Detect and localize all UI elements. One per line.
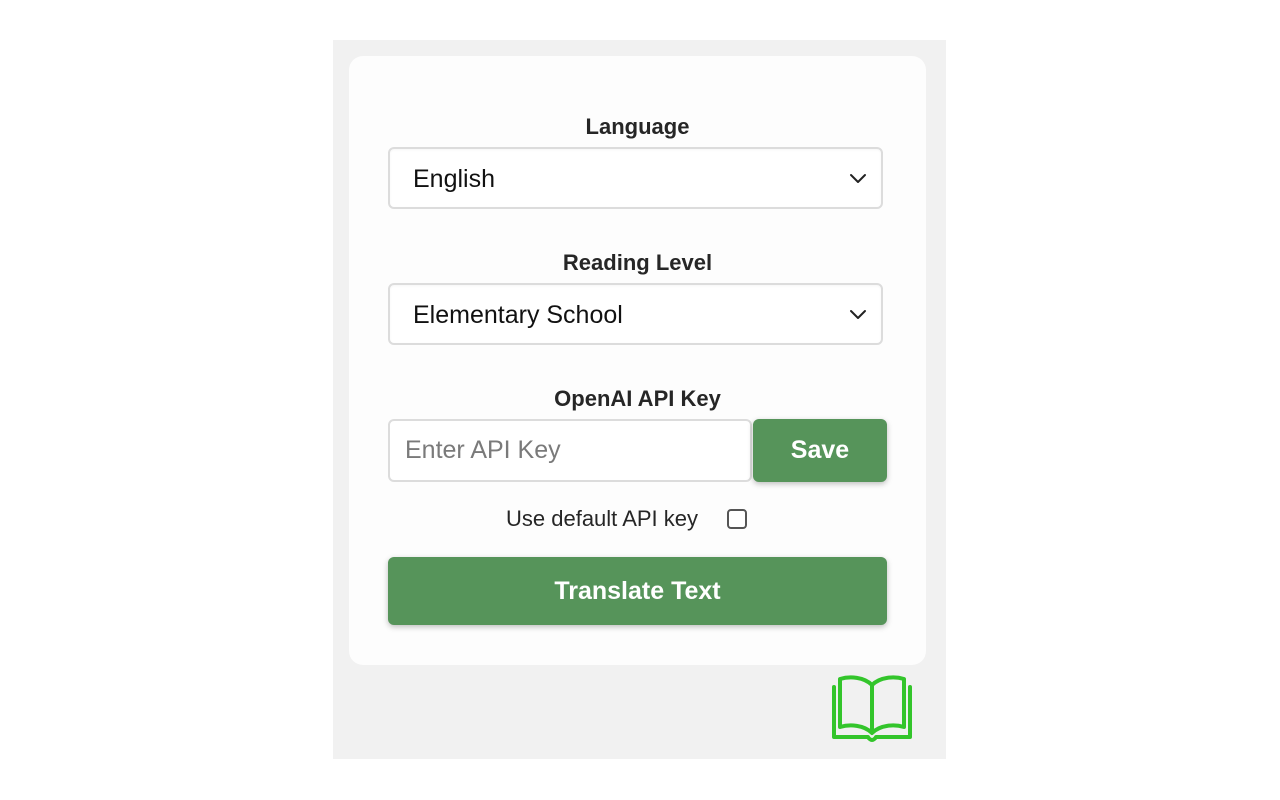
reading-level-select[interactable]: Elementary School [388,283,883,345]
default-key-checkbox[interactable] [727,509,747,529]
api-key-label: OpenAI API Key [554,386,721,411]
settings-card: Language English Reading Level Elementar… [349,56,926,665]
default-key-label: Use default API key [506,506,698,531]
translate-button[interactable]: Translate Text [388,557,887,625]
chevron-down-icon [850,310,866,319]
api-key-input[interactable] [388,419,752,482]
reading-level-label: Reading Level [562,250,713,275]
chevron-down-icon [850,174,866,183]
language-select-value: English [413,165,495,193]
extension-popup: Language English Reading Level Elementar… [333,40,946,759]
reading-level-select-value: Elementary School [413,301,623,329]
save-button[interactable]: Save [753,419,887,482]
language-label: Language [585,114,690,139]
default-key-row: Use default API key [349,505,926,535]
book-icon [832,675,912,742]
language-select[interactable]: English [388,147,883,209]
